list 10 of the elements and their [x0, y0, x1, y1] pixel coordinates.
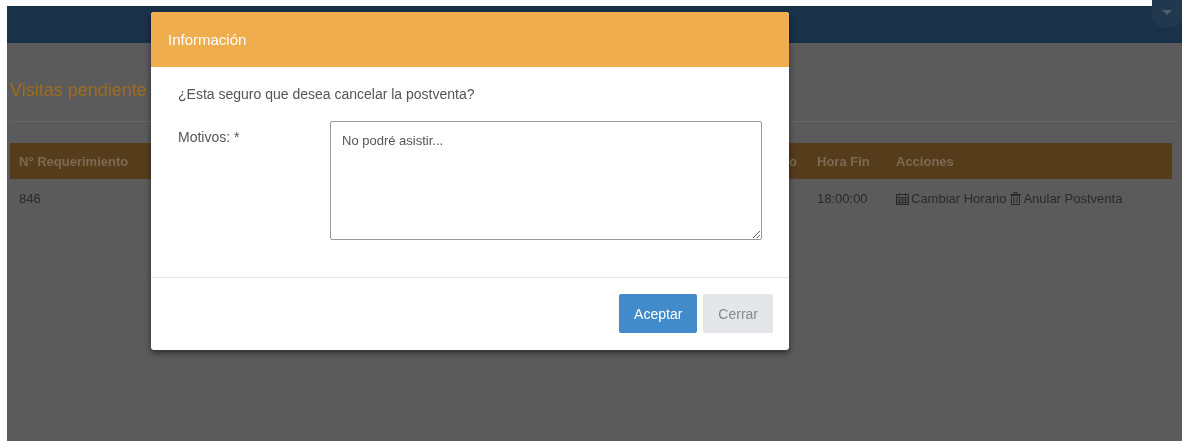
dialog-message: ¿Esta seguro que desea cancelar la postventa? [178, 86, 476, 102]
calendar-icon [896, 191, 909, 205]
trash-icon [1010, 191, 1022, 205]
accept-button[interactable]: Aceptar [619, 294, 698, 333]
page-title: Visitas pendiente [10, 79, 147, 102]
user-menu-icon[interactable] [1152, 0, 1182, 30]
close-button[interactable]: Cerrar [703, 294, 773, 333]
reason-field[interactable]: No podré asistir... [330, 121, 762, 240]
dialog-title: Información [168, 31, 247, 48]
field-label: Motivos: * [178, 128, 241, 147]
